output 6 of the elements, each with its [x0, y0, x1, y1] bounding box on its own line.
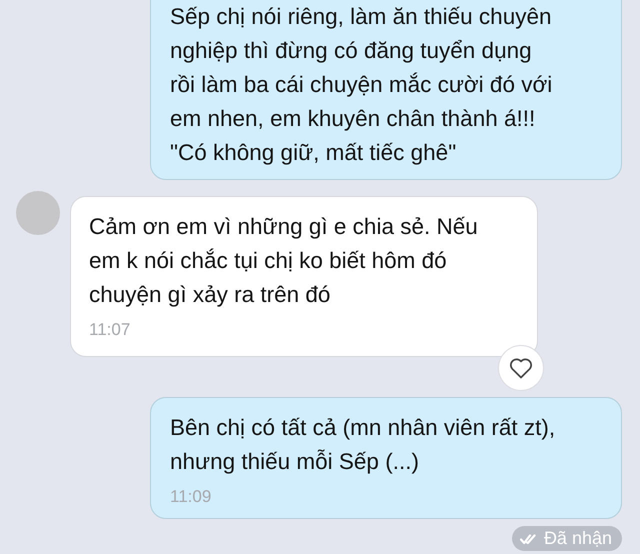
message-text: Bên chị có tất cả (mn nhân viên rất zt), nhưng thiếu mỗi Sếp (...) [170, 414, 556, 476]
message-text: Cảm ơn em vì những gì e chia sẻ. Nếu em k nói chắc tụi chị ko biết hôm đó chuyện gì xảy ra trên đó [89, 213, 479, 309]
message-time: 11:07 [89, 319, 132, 341]
message-time: 11:09 [170, 486, 212, 508]
message-text: Sếp chị nói riêng, làm ăn thiếu chuyên nghiệp thì đừng có đăng tuyển dụng rồi làm ba cái chuyện mắc cười đó với em nhen, em khuyên chân thành á!!! "Có không giữ, mất tiếc ghê" [170, 3, 554, 167]
status-badge: Đã nhận [512, 526, 622, 551]
